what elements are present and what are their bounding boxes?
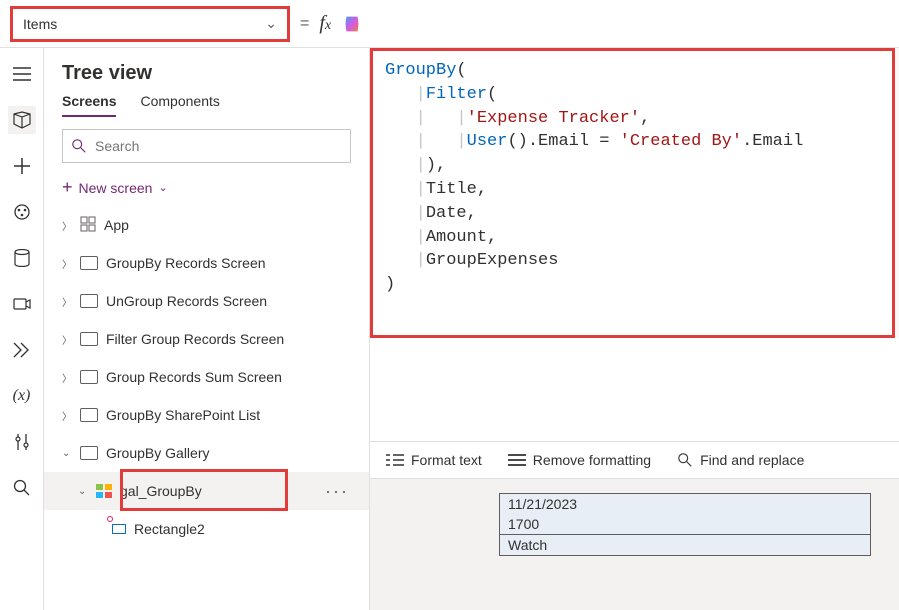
rectangle-icon	[112, 521, 126, 537]
fx-icon[interactable]: fx	[319, 12, 331, 35]
tree-item-screen[interactable]: 〉GroupBy SharePoint List	[44, 396, 369, 434]
variables-icon[interactable]: (x)	[8, 382, 36, 410]
property-selector[interactable]: Items ⌄	[10, 6, 290, 42]
tree-item-screen[interactable]: 〉Filter Group Records Screen	[44, 320, 369, 358]
tree-view-title: Tree view	[62, 62, 152, 85]
tree-view-panel: Tree view Screens Components + New scree…	[44, 48, 370, 610]
tree-item-screen[interactable]: 〉GroupBy Records Screen	[44, 244, 369, 282]
screen-icon	[80, 446, 98, 460]
more-icon[interactable]: ···	[325, 481, 349, 502]
media-icon[interactable]	[8, 290, 36, 318]
hamburger-icon[interactable]	[8, 60, 36, 88]
property-name: Items	[23, 16, 57, 32]
tree-item-screen[interactable]: ⌄GroupBy Gallery	[44, 434, 369, 472]
screen-icon	[80, 408, 98, 422]
data-icon[interactable]	[8, 244, 36, 272]
tree-item-screen[interactable]: 〉Group Records Sum Screen	[44, 358, 369, 396]
plus-icon: +	[62, 177, 73, 198]
format-text-button[interactable]: Format text	[386, 452, 482, 468]
search-icon	[71, 138, 87, 154]
tab-components[interactable]: Components	[140, 93, 219, 117]
tree-view-icon[interactable]	[8, 106, 36, 134]
tree-item-screen[interactable]: 〉UnGroup Records Screen	[44, 282, 369, 320]
theme-icon[interactable]	[8, 198, 36, 226]
equals-sign: =	[300, 15, 309, 33]
search-input[interactable]	[62, 129, 351, 163]
left-icon-rail: (x)	[0, 48, 44, 610]
find-replace-button[interactable]: Find and replace	[677, 452, 804, 468]
canvas-area[interactable]: 11/21/2023 1700 Watch	[370, 479, 899, 610]
screen-icon	[80, 332, 98, 346]
power-automate-icon[interactable]	[8, 336, 36, 364]
gallery-row: 11/21/2023	[500, 494, 870, 514]
screen-icon	[80, 294, 98, 308]
gallery-row: Watch	[500, 535, 870, 555]
tree-item-rectangle[interactable]: 〉 Rectangle2	[44, 510, 369, 548]
tree-item-gallery-selected[interactable]: ⌄ gal_GroupBy ···	[44, 472, 369, 510]
format-icon	[386, 453, 404, 467]
gallery-preview[interactable]: 11/21/2023 1700 Watch	[499, 493, 871, 556]
screen-icon	[80, 256, 98, 270]
gallery-row: 1700	[500, 514, 870, 534]
chevron-down-icon: ⌄	[78, 486, 88, 497]
tools-icon[interactable]	[8, 428, 36, 456]
chevron-down-icon: ⌄	[265, 15, 277, 32]
chevron-down-icon: ⌄	[62, 448, 72, 459]
search-rail-icon[interactable]	[8, 474, 36, 502]
copilot-icon[interactable]	[341, 13, 363, 35]
tree-item-app[interactable]: 〉 App	[44, 206, 369, 244]
formula-toolbar: Format text Remove formatting Find and r…	[370, 441, 899, 479]
app-icon	[80, 216, 96, 235]
chevron-right-icon: 〉	[62, 218, 72, 233]
tab-screens[interactable]: Screens	[62, 93, 116, 117]
search-icon	[677, 452, 693, 468]
gallery-icon	[96, 484, 112, 498]
tree-list: 〉 App 〉GroupBy Records Screen 〉UnGroup R…	[44, 206, 369, 610]
chevron-down-icon: ⌄	[158, 181, 167, 194]
remove-formatting-button[interactable]: Remove formatting	[508, 452, 651, 468]
screen-icon	[80, 370, 98, 384]
insert-icon[interactable]	[8, 152, 36, 180]
formula-bar[interactable]: GroupBy( |Filter( | |'Expense Tracker', …	[370, 48, 895, 338]
new-screen-button[interactable]: + New screen ⌄	[44, 169, 369, 206]
remove-format-icon	[508, 453, 526, 467]
